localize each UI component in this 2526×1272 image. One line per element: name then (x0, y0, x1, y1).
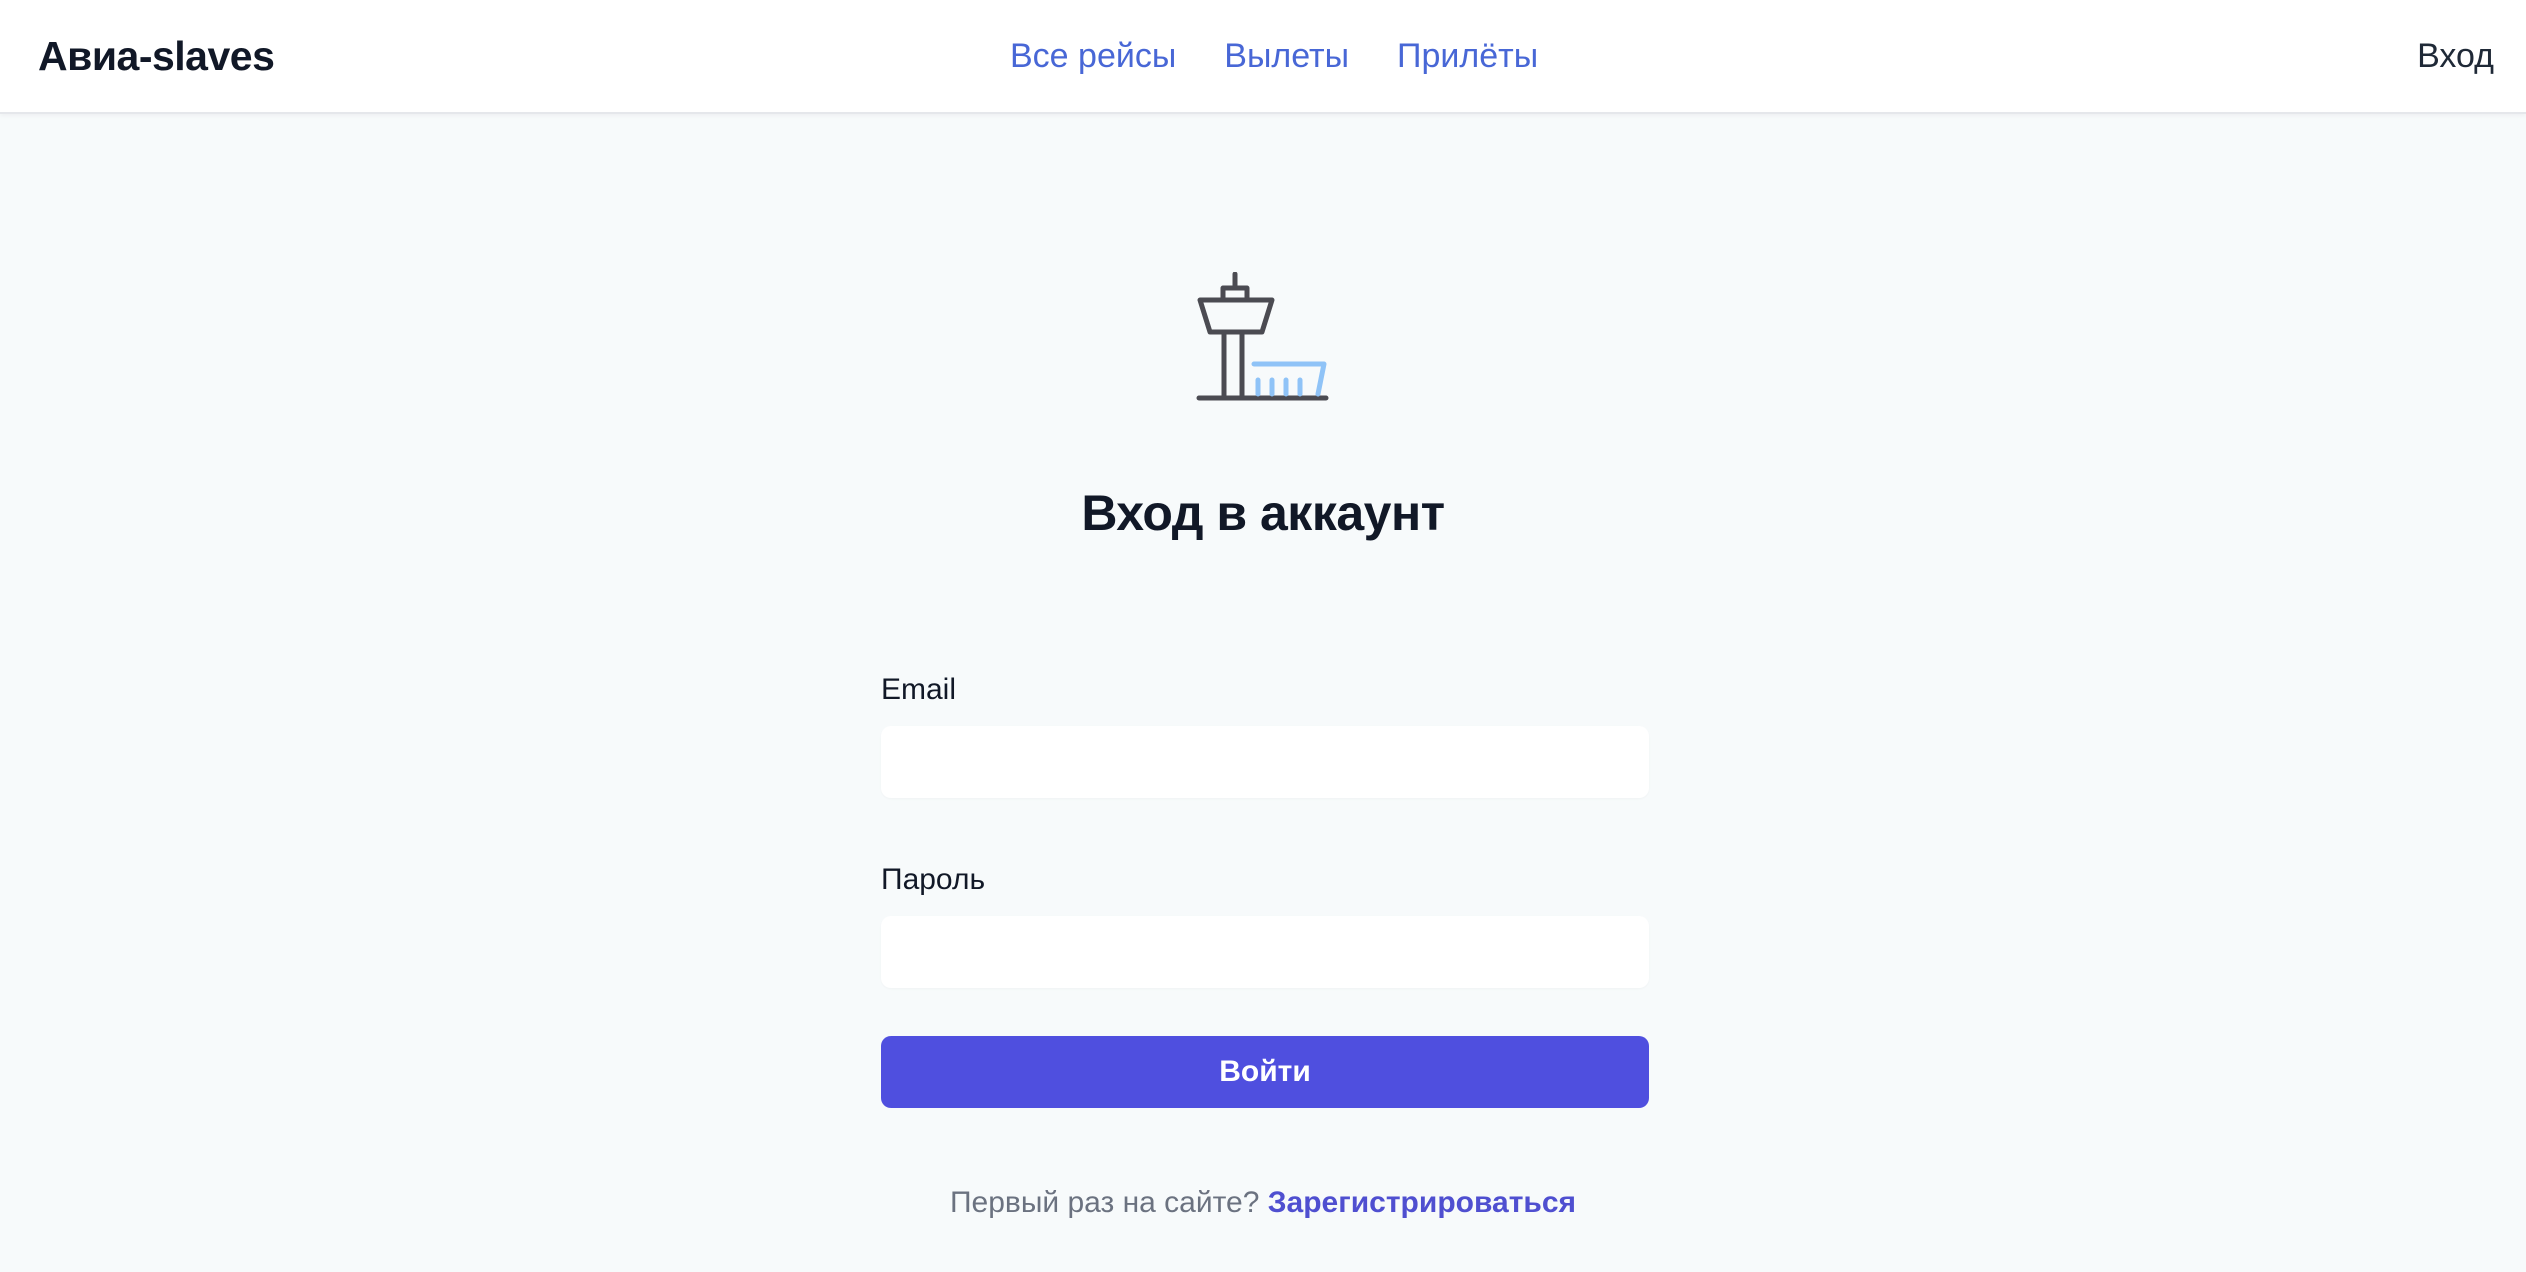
control-tower-icon (1196, 272, 1329, 401)
nav-all-flights[interactable]: Все рейсы (1010, 37, 1176, 76)
nav-arrivals[interactable]: Прилёты (1397, 37, 1538, 76)
page-title: Вход в аккаунт (1081, 485, 1445, 541)
nav-departures[interactable]: Вылеты (1224, 37, 1349, 76)
header-login-link[interactable]: Вход (2417, 0, 2494, 112)
register-link[interactable]: Зарегистрироваться (1268, 1186, 1576, 1219)
register-prompt-row: Первый раз на сайте? Зарегистрироваться (0, 1186, 2526, 1220)
email-label: Email (881, 673, 957, 706)
main-nav: Все рейсы Вылеты Прилёты (1010, 0, 1538, 112)
password-label: Пароль (881, 863, 986, 896)
password-field[interactable] (881, 916, 1649, 988)
top-navbar: Авиа-slaves Все рейсы Вылеты Прилёты Вхо… (0, 0, 2526, 114)
email-field[interactable] (881, 726, 1649, 798)
brand-logo[interactable]: Авиа-slaves (38, 0, 275, 112)
login-form: Email Пароль Войти (881, 666, 1649, 1108)
register-prompt-text: Первый раз на сайте? (949, 1186, 1260, 1219)
login-button[interactable]: Войти (881, 1036, 1649, 1108)
